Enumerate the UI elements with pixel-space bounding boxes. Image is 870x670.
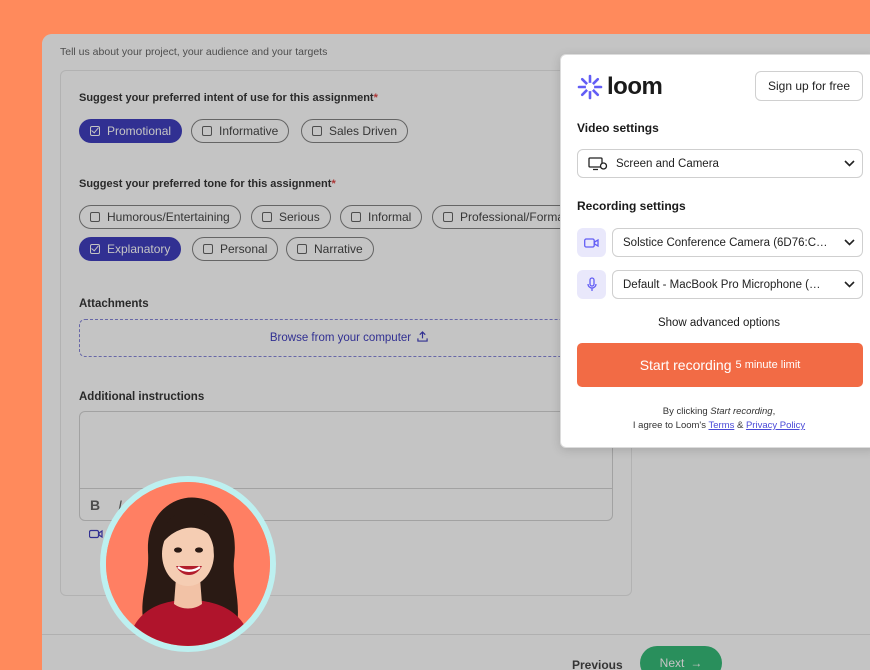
terms-link[interactable]: Terms bbox=[708, 420, 734, 431]
legal-line-2: I agree to Loom's Terms & Privacy Policy bbox=[632, 420, 806, 431]
camera-select[interactable]: Solstice Conference Camera (6D76:CC... bbox=[612, 228, 863, 257]
microphone-select[interactable]: Default - MacBook Pro Microphone (Bu... bbox=[612, 270, 863, 299]
privacy-policy-link[interactable]: Privacy Policy bbox=[746, 420, 805, 431]
chevron-down-icon bbox=[836, 160, 862, 167]
camera-icon bbox=[577, 228, 606, 257]
camera-preview-bubble[interactable] bbox=[100, 476, 276, 652]
screen-camera-icon bbox=[588, 156, 608, 171]
recording-settings-title: Recording settings bbox=[577, 199, 686, 213]
microphone-icon bbox=[577, 270, 606, 299]
show-advanced-options-link[interactable]: Show advanced options bbox=[561, 317, 870, 329]
legal-line-1: By clicking Start recording, bbox=[662, 406, 776, 417]
video-settings-title: Video settings bbox=[577, 121, 659, 135]
video-mode-select[interactable]: Screen and Camera bbox=[577, 149, 863, 178]
avatar-photo bbox=[106, 482, 270, 646]
start-recording-button[interactable]: Start recording 5 minute limit bbox=[577, 343, 863, 387]
loom-logo-icon bbox=[577, 74, 603, 100]
chevron-down-icon bbox=[836, 239, 862, 246]
chevron-down-icon bbox=[836, 281, 862, 288]
loom-logo: loom bbox=[577, 73, 663, 101]
loom-recorder-panel: loom Sign up for free Video settings Scr… bbox=[560, 54, 870, 448]
sign-up-button[interactable]: Sign up for free bbox=[755, 71, 863, 101]
